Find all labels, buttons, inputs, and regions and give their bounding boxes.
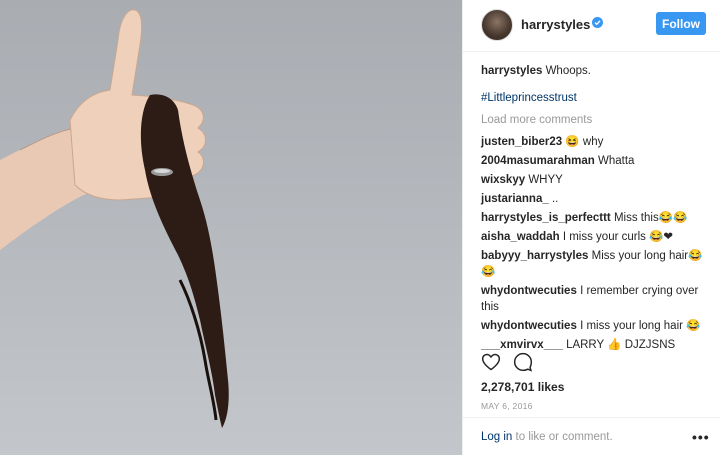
post-sidebar: harrystyles Follow harrystyles Whoops. #… [462, 0, 720, 455]
post-header: harrystyles Follow [463, 0, 720, 52]
comment-item: aisha_waddah I miss your curls 😂❤ [481, 229, 709, 245]
post-photo[interactable] [0, 0, 462, 455]
comment-item: 2004masumarahman Whatta [481, 153, 709, 169]
comment-username[interactable]: 2004masumarahman [481, 155, 595, 167]
comment-text: I miss your curls 😂❤ [562, 231, 674, 243]
comment-username[interactable]: wixskyy [481, 174, 525, 186]
comment-username[interactable]: justarianna_ [481, 193, 549, 205]
login-prompt: Log in to like or comment. [481, 431, 613, 443]
comment-item: justarianna_ .. [481, 191, 709, 207]
comment-username[interactable]: babyyy_harrystyles [481, 250, 588, 262]
comment-item: justen_biber23 😆 why [481, 134, 709, 150]
comment-username[interactable]: harrystyles_is_perfecttt [481, 212, 611, 224]
caption-username[interactable]: harrystyles [481, 65, 542, 77]
more-options-icon[interactable]: ••• [692, 429, 710, 445]
author-username[interactable]: harrystyles [521, 17, 590, 32]
load-more-comments-link[interactable]: Load more comments [481, 112, 709, 128]
comment-username[interactable]: ___xmvirvx___ [481, 339, 563, 351]
comment-username[interactable]: justen_biber23 [481, 136, 562, 148]
login-prompt-text: to like or comment. [512, 431, 613, 443]
comment-text: .. [551, 193, 559, 205]
heart-icon[interactable] [481, 352, 501, 372]
comment-item: ___xmvirvx___ LARRY 👍 DJZJSNS [481, 337, 709, 353]
comment-username[interactable]: aisha_waddah [481, 231, 560, 243]
post-date: MAY 6, 2016 [481, 401, 533, 411]
comment-username[interactable]: whydontwecuties [481, 285, 577, 297]
comment-item: whydontwecuties I miss your long hair 😂 [481, 318, 709, 334]
comment-text: LARRY 👍 DJZJSNS [566, 339, 676, 351]
post-footer: Log in to like or comment. ••• [463, 417, 720, 455]
login-link[interactable]: Log in [481, 431, 512, 443]
comment-list: harrystyles Whoops. #Littleprincesstrust… [481, 63, 709, 356]
verified-badge-icon [592, 17, 603, 28]
comment-item: wixskyy WHYY [481, 172, 709, 188]
comment-bubble-icon[interactable] [513, 352, 533, 372]
comment-text: Whatta [598, 155, 635, 167]
like-count[interactable]: 2,278,701 likes [481, 380, 564, 394]
instagram-post: harrystyles Follow harrystyles Whoops. #… [0, 0, 720, 455]
comment-text: 😆 why [565, 136, 604, 148]
comment-item: harrystyles_is_perfecttt Miss this😂😂 [481, 210, 709, 226]
comment-text: Miss this😂😂 [613, 212, 688, 224]
post-image [0, 9, 229, 428]
comment-text: WHYY [528, 174, 563, 186]
avatar[interactable] [481, 9, 513, 41]
comment-text: I miss your long hair 😂 [580, 320, 701, 332]
comment-username[interactable]: whydontwecuties [481, 320, 577, 332]
comment-item: whydontwecuties I remember crying over t… [481, 283, 709, 315]
post-caption: harrystyles Whoops. [481, 63, 709, 79]
comment-item: babyyy_harrystyles Miss your long hair😂😂 [481, 248, 709, 280]
follow-button[interactable]: Follow [656, 12, 706, 35]
caption-text: Whoops. [545, 65, 591, 77]
hashtag-link[interactable]: #Littleprincesstrust [481, 90, 709, 106]
